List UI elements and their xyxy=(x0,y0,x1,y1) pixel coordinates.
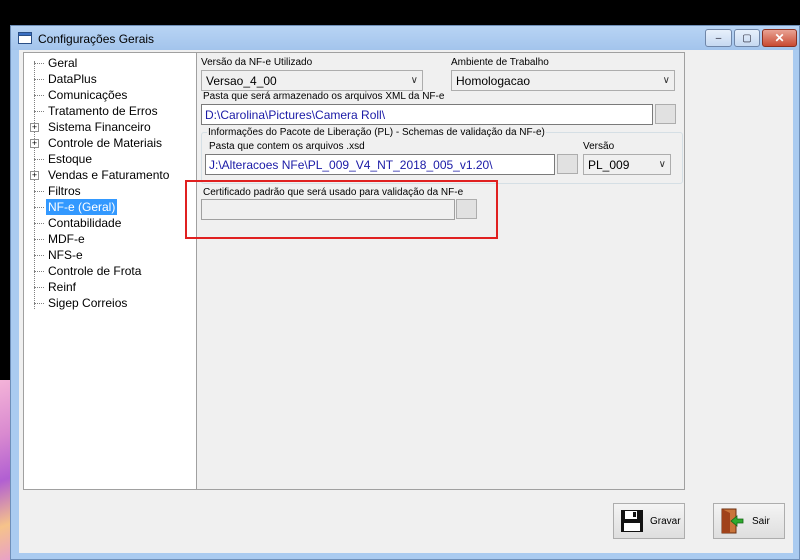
tree-connector-dash xyxy=(34,223,44,224)
tree-item[interactable]: DataPlus xyxy=(24,71,196,87)
tree-item[interactable]: Contabilidade xyxy=(24,215,196,231)
app-window-icon xyxy=(18,32,32,44)
browse-xsd-folder-button[interactable] xyxy=(557,154,578,174)
pasta-xml-value: D:\Carolina\Pictures\Camera Roll\ xyxy=(205,108,386,122)
pasta-xsd-field[interactable]: J:\Alteracoes NFe\PL_009_V4_NT_2018_005_… xyxy=(205,154,555,175)
sair-label: Sair xyxy=(752,515,770,527)
pasta-xsd-label: Pasta que contem os arquivos .xsd xyxy=(209,141,365,152)
pl-group-title: Informações do Pacote de Liberação (PL) … xyxy=(207,127,546,138)
tree-connector-dash xyxy=(34,255,44,256)
tree-connector-dash xyxy=(34,207,44,208)
tree-item[interactable]: Sigep Correios xyxy=(24,295,196,311)
floppy-disk-icon xyxy=(621,510,643,532)
window-client-area: Geral DataPlus Comunicações Tratamento de E… xyxy=(19,50,793,553)
close-button[interactable]: ✕ xyxy=(762,29,797,47)
tree-connector-dash xyxy=(34,271,44,272)
pasta-xml-field[interactable]: D:\Carolina\Pictures\Camera Roll\ xyxy=(201,104,653,125)
browse-certificado-button[interactable] xyxy=(456,199,477,219)
settings-window: Configurações Gerais ‒ ▢ ✕ Geral DataPlus… xyxy=(10,25,800,560)
tree-item[interactable]: Reinf xyxy=(24,279,196,295)
certificado-field[interactable] xyxy=(201,199,455,220)
gravar-button[interactable]: Gravar xyxy=(613,503,685,539)
tree-connector-dash xyxy=(34,191,44,192)
nfe-settings-panel: Versão da NF-e Utilizado Versao_4_00 ∨ A… xyxy=(185,52,685,490)
expand-icon[interactable]: + xyxy=(30,123,39,132)
gravar-label: Gravar xyxy=(650,515,681,527)
tree-item[interactable]: + Controle de Materiais xyxy=(24,135,196,151)
chevron-down-icon: ∨ xyxy=(658,159,666,170)
versao-nfe-select[interactable]: Versao_4_00 ∨ xyxy=(201,70,423,91)
tree-connector-dash xyxy=(34,303,44,304)
versao-nfe-value: Versao_4_00 xyxy=(206,74,277,88)
pasta-xsd-value: J:\Alteracoes NFe\PL_009_V4_NT_2018_005_… xyxy=(209,158,493,172)
tree-item[interactable]: Estoque xyxy=(24,151,196,167)
versao-nfe-label: Versão da NF-e Utilizado xyxy=(201,57,313,68)
tree-item-label: Reinf xyxy=(48,280,77,294)
bottom-action-bar: Gravar Sair xyxy=(23,492,787,552)
certificado-label: Certificado padrão que será usado para v… xyxy=(203,187,464,198)
title-bar[interactable]: Configurações Gerais ‒ ▢ ✕ xyxy=(11,26,799,50)
versao-pl-value: PL_009 xyxy=(588,158,630,172)
settings-tree[interactable]: Geral DataPlus Comunicações Tratamento de E… xyxy=(23,52,197,490)
tree-connector-dash xyxy=(34,239,44,240)
maximize-button[interactable]: ▢ xyxy=(734,29,760,47)
tree-item-label: Filtros xyxy=(48,184,81,198)
tree-item-label: Controle de Frota xyxy=(48,264,142,278)
tree-item-label: Vendas e Faturamento xyxy=(48,168,170,182)
tree-item-label: Contabilidade xyxy=(48,216,122,230)
tree-item[interactable]: NF-e (Geral) xyxy=(24,199,196,215)
tree-item-label: Geral xyxy=(48,56,78,70)
tree-connector-dash xyxy=(34,95,44,96)
tree-item-label: DataPlus xyxy=(48,72,97,86)
tree-item-label: NFS-e xyxy=(48,248,83,262)
tree-item[interactable]: Tratamento de Erros xyxy=(24,103,196,119)
expand-icon[interactable]: + xyxy=(30,171,39,180)
versao-pl-label: Versão xyxy=(583,141,615,152)
tree-item-label: Controle de Materiais xyxy=(48,136,163,150)
ambiente-label: Ambiente de Trabalho xyxy=(451,57,549,68)
tree-item[interactable]: Controle de Frota xyxy=(24,263,196,279)
tree-item[interactable]: Geral xyxy=(24,55,196,71)
chevron-down-icon: ∨ xyxy=(410,75,418,86)
tree-item-label: Comunicações xyxy=(48,88,128,102)
maximize-icon: ▢ xyxy=(742,32,752,44)
tree-item[interactable]: MDF-e xyxy=(24,231,196,247)
versao-pl-select[interactable]: PL_009 ∨ xyxy=(583,154,671,175)
expand-icon[interactable]: + xyxy=(30,139,39,148)
tree-connector-dash xyxy=(34,287,44,288)
tree-connector-dash xyxy=(34,63,44,64)
tree-item[interactable]: Filtros xyxy=(24,183,196,199)
tree-item[interactable]: + Vendas e Faturamento xyxy=(24,167,196,183)
tree-item-label: Tratamento de Erros xyxy=(48,104,158,118)
tree-item-label: Sistema Financeiro xyxy=(48,120,151,134)
tree-item[interactable]: NFS-e xyxy=(24,247,196,263)
tree-item-label: MDF-e xyxy=(48,232,85,246)
window-title: Configurações Gerais xyxy=(38,32,155,46)
tree-item[interactable]: + Sistema Financeiro xyxy=(24,119,196,135)
ambiente-value: Homologacao xyxy=(456,74,531,88)
tree-item-label: Sigep Correios xyxy=(48,296,128,310)
tree-item-label: Estoque xyxy=(48,152,93,166)
tree-connector-dash xyxy=(34,79,44,80)
tree-item-label: NF-e (Geral) xyxy=(46,199,118,215)
close-icon: ✕ xyxy=(774,31,785,45)
tree-connector-dash xyxy=(34,159,44,160)
chevron-down-icon: ∨ xyxy=(662,75,670,86)
ambiente-select[interactable]: Homologacao ∨ xyxy=(451,70,675,91)
tree-connector-dash xyxy=(34,111,44,112)
browse-xml-folder-button[interactable] xyxy=(655,104,676,124)
tree-item[interactable]: Comunicações xyxy=(24,87,196,103)
sair-button[interactable]: Sair xyxy=(713,503,785,539)
exit-door-icon xyxy=(721,508,744,534)
minimize-button[interactable]: ‒ xyxy=(705,29,732,47)
minimize-icon: ‒ xyxy=(715,32,722,44)
pasta-xml-label: Pasta que será armazenado os arquivos XM… xyxy=(203,91,445,102)
